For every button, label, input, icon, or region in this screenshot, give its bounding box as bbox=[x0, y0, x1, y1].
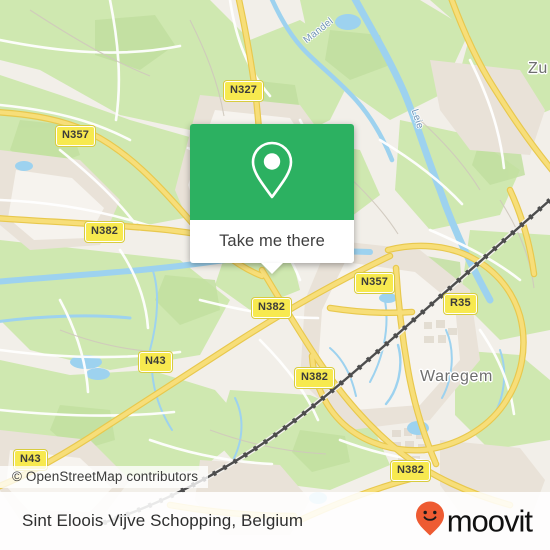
take-me-there-button[interactable]: Take me there bbox=[190, 220, 354, 263]
road-shield: N357 bbox=[56, 126, 96, 146]
moovit-pin-icon bbox=[415, 501, 445, 542]
road-shield: R35 bbox=[444, 294, 477, 314]
callout-tail bbox=[261, 263, 283, 274]
road-shield: N382 bbox=[391, 461, 431, 481]
destination-callout[interactable]: Take me there bbox=[190, 124, 354, 274]
road-shield: N382 bbox=[252, 298, 292, 318]
moovit-wordmark: moovit bbox=[446, 503, 533, 539]
moovit-logo[interactable]: moovit bbox=[415, 501, 533, 542]
footer-bar: Sint Eloois Vijve Schopping, Belgium moo… bbox=[0, 492, 550, 550]
page-title: Sint Eloois Vijve Schopping, Belgium bbox=[22, 511, 304, 530]
map-screen: N327 N357 N382 N382 N357 R35 N43 N382 N4… bbox=[0, 0, 550, 550]
take-me-there-label: Take me there bbox=[219, 232, 325, 250]
road-shield: N382 bbox=[295, 368, 335, 388]
road-shield: N43 bbox=[139, 352, 172, 372]
road-shield: N357 bbox=[355, 273, 395, 293]
location-pin-icon bbox=[245, 138, 299, 207]
callout-pin-area bbox=[190, 124, 354, 220]
road-shield: N327 bbox=[224, 81, 264, 101]
map-attribution[interactable]: © OpenStreetMap contributors bbox=[0, 466, 209, 488]
road-shield: N382 bbox=[85, 222, 125, 242]
